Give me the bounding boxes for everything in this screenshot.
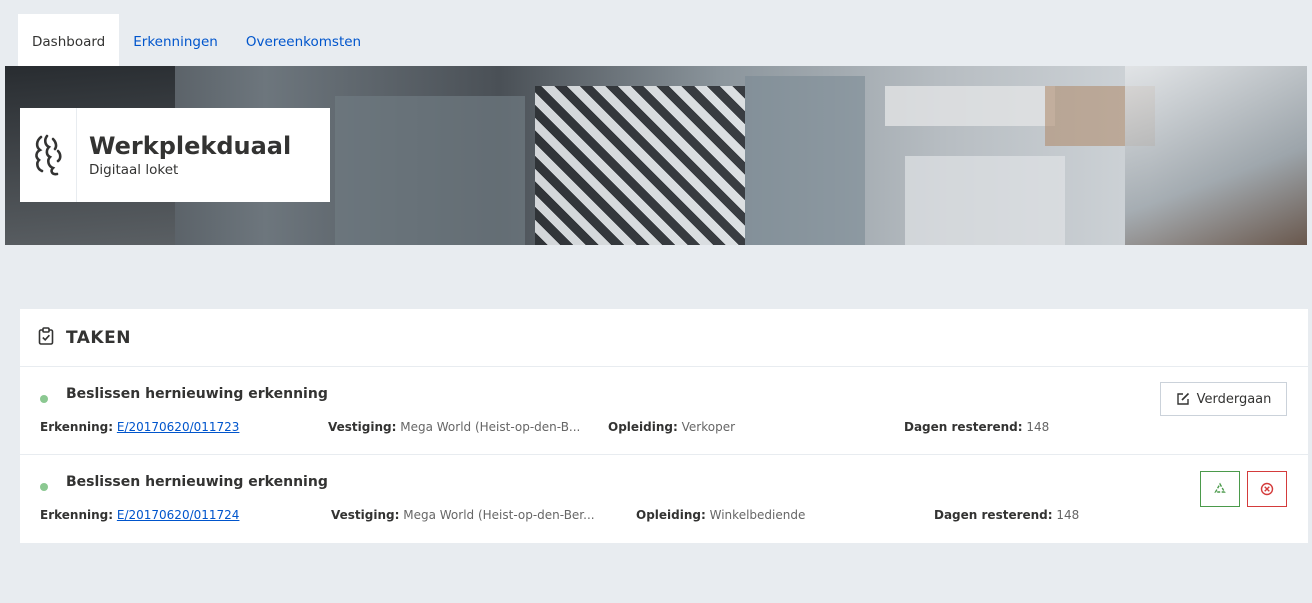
reject-button[interactable] [1247,471,1287,507]
recycle-icon [1213,482,1227,496]
task-title: Beslissen hernieuwing erkenning [66,474,328,490]
erkenning-link[interactable]: E/20170620/011723 [117,420,240,434]
status-dot-icon [40,395,48,403]
taken-panel: TAKEN Beslissen hernieuwing erkenning Er… [20,309,1308,543]
status-dot-icon [40,483,48,491]
verdergaan-button[interactable]: Verdergaan [1160,382,1287,416]
erkenning-link[interactable]: E/20170620/011724 [117,508,240,522]
vestiging-field: Vestiging: Mega World (Heist-op-den-B... [328,420,581,434]
taken-title: TAKEN [66,327,131,348]
taken-header: TAKEN [20,309,1308,367]
erkenning-field: Erkenning: E/20170620/011724 [40,508,240,522]
tab-erkenningen[interactable]: Erkenningen [119,14,232,66]
opleiding-field: Opleiding: Winkelbediende [636,508,806,522]
clipboard-check-icon [38,326,54,349]
dagen-resterend-field: Dagen resterend: 148 [904,420,1050,434]
app-title: Werkplekduaal [89,132,292,160]
approve-button[interactable] [1200,471,1240,507]
dagen-resterend-field: Dagen resterend: 148 [934,508,1080,522]
task-title: Beslissen hernieuwing erkenning [66,386,328,402]
cancel-circle-icon [1260,482,1274,496]
task-row: Beslissen hernieuwing erkenning Erkennin… [20,367,1308,455]
edit-icon [1176,392,1190,406]
opleiding-field: Opleiding: Verkoper [608,420,736,434]
task-row: Beslissen hernieuwing erkenning Erkennin… [20,455,1308,543]
brand-block: Werkplekduaal Digitaal loket [20,108,330,202]
flemish-lion-logo-icon [20,108,76,202]
main-tabs: Dashboard Erkenningen Overeenkomsten [18,14,375,66]
tab-overeenkomsten[interactable]: Overeenkomsten [232,14,375,66]
app-subtitle: Digitaal loket [89,162,179,178]
tab-dashboard[interactable]: Dashboard [18,14,120,66]
vestiging-field: Vestiging: Mega World (Heist-op-den-Ber.… [331,508,595,522]
erkenning-field: Erkenning: E/20170620/011723 [40,420,240,434]
